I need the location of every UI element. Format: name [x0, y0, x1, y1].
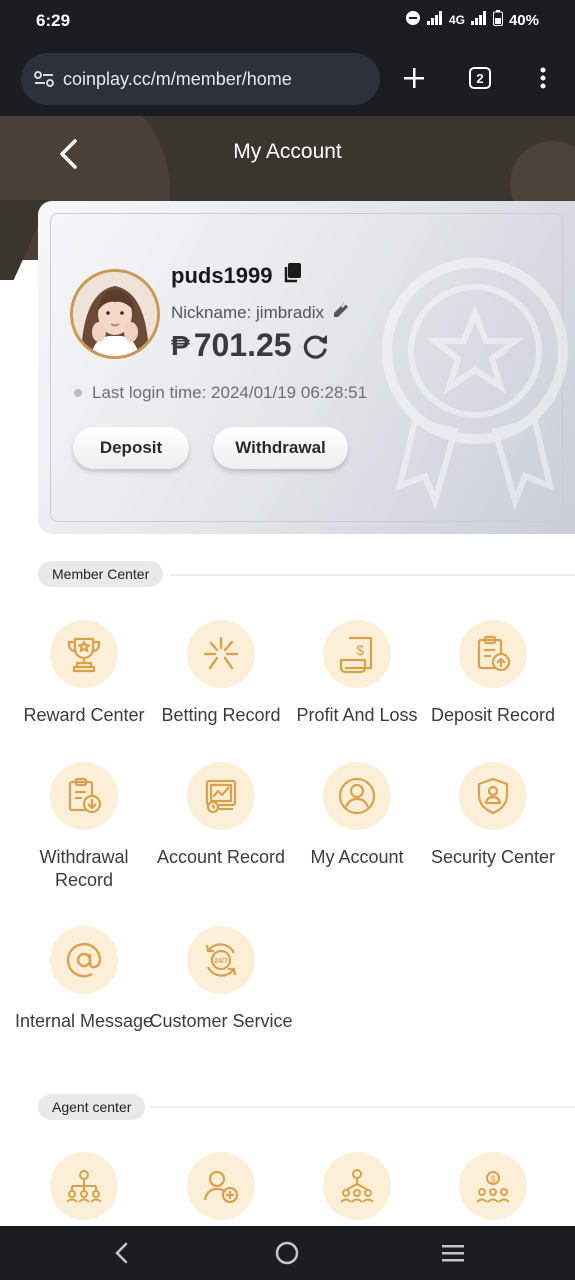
clipboard-upload-icon: [459, 620, 527, 688]
org-chart-icon: [50, 1152, 118, 1220]
currency-symbol: ₱: [171, 329, 190, 361]
do-not-disturb-icon: [405, 10, 421, 30]
team-dollar-icon: $: [459, 1152, 527, 1220]
account-record-label: Account Record: [156, 847, 286, 867]
nav-back-button[interactable]: [106, 1238, 136, 1268]
username: puds1999: [171, 263, 273, 288]
tab-switcher-button[interactable]: 2: [464, 62, 496, 94]
at-sign-icon: [50, 926, 118, 994]
last-login: Last login time: 2024/01/19 06:28:51: [74, 383, 367, 403]
nickname: Nickname: jimbradix: [171, 302, 325, 322]
deposit-record-label: Deposit Record: [430, 705, 556, 725]
edit-icon[interactable]: [332, 301, 350, 324]
system-nav-bar: [0, 1226, 575, 1280]
clipboard-download-icon: [50, 762, 118, 830]
signal-2-icon: [470, 11, 487, 29]
address-bar[interactable]: coinplay.cc/m/member/home: [21, 53, 380, 105]
withdrawal-record-label: Withdrawal Record: [39, 847, 129, 890]
account-card: puds1999 Nickname: jimbradix ₱ 701.25 La…: [38, 201, 575, 534]
withdrawal-button[interactable]: Withdrawal: [213, 427, 348, 469]
add-user-icon: [187, 1152, 255, 1220]
reward-center-label: Reward Center: [23, 705, 145, 725]
team-network-icon: [323, 1152, 391, 1220]
network-type: 4G: [448, 13, 465, 27]
user-circle-icon: [323, 762, 391, 830]
deposit-button[interactable]: Deposit: [73, 427, 189, 469]
svg-text:$: $: [490, 1174, 495, 1184]
shield-user-icon: [459, 762, 527, 830]
browser-toolbar: coinplay.cc/m/member/home 2: [0, 42, 575, 116]
support-24-7-icon: 24/7: [187, 926, 255, 994]
tab-count: 2: [469, 67, 491, 89]
site-settings-icon[interactable]: [33, 68, 55, 90]
nav-home-icon: [275, 1241, 299, 1265]
more-vert-icon: [540, 67, 546, 89]
sparkle-icon: [187, 620, 255, 688]
refresh-icon[interactable]: [302, 332, 330, 360]
internal-message-label: Internal Message: [14, 1011, 154, 1031]
nav-recents-icon: [442, 1245, 464, 1262]
security-center-label: Security Center: [430, 847, 556, 867]
profit-and-loss-label: Profit And Loss: [296, 705, 418, 725]
agent-center-divider: [150, 1106, 575, 1108]
copy-icon[interactable]: [283, 263, 301, 289]
member-center-divider: [170, 574, 575, 576]
member-center-title: Member Center: [38, 561, 164, 587]
nav-recents-button[interactable]: [438, 1238, 468, 1268]
betting-record-label: Betting Record: [161, 705, 281, 725]
page-title: My Account: [233, 140, 342, 163]
svg-text:$: $: [356, 642, 364, 658]
username-row: puds1999: [171, 263, 301, 289]
customer-service-label: Customer Service: [149, 1011, 293, 1031]
monitor-chart-icon: [187, 762, 255, 830]
my-account-label: My Account: [310, 847, 404, 867]
svg-text:24/7: 24/7: [214, 958, 228, 965]
balance-amount: 701.25: [193, 327, 292, 363]
medal-watermark-icon: [382, 258, 568, 511]
new-tab-button[interactable]: [398, 62, 430, 94]
nav-home-button[interactable]: [272, 1238, 302, 1268]
url-text: coinplay.cc/m/member/home: [63, 68, 292, 89]
last-login-text: Last login time: 2024/01/19 06:28:51: [92, 383, 368, 402]
receipt-dollar-icon: $: [323, 620, 391, 688]
agent-center-title: Agent center: [38, 1094, 146, 1120]
status-time: 6:29: [36, 11, 71, 30]
battery-level: 40%: [508, 11, 539, 29]
plus-icon: [404, 68, 424, 88]
avatar: [70, 269, 160, 359]
login-dot: [74, 389, 82, 397]
nickname-row: Nickname: jimbradix: [171, 301, 350, 324]
battery-icon: [492, 10, 503, 30]
status-icons: 4G 40%: [405, 10, 539, 30]
browser-menu-button[interactable]: [527, 62, 559, 94]
nav-back-icon: [115, 1242, 128, 1264]
trophy-icon: [50, 620, 118, 688]
status-bar: 6:29 4G 40%: [0, 0, 575, 42]
balance-row: ₱ 701.25: [171, 327, 330, 364]
signal-icon: [426, 11, 443, 29]
